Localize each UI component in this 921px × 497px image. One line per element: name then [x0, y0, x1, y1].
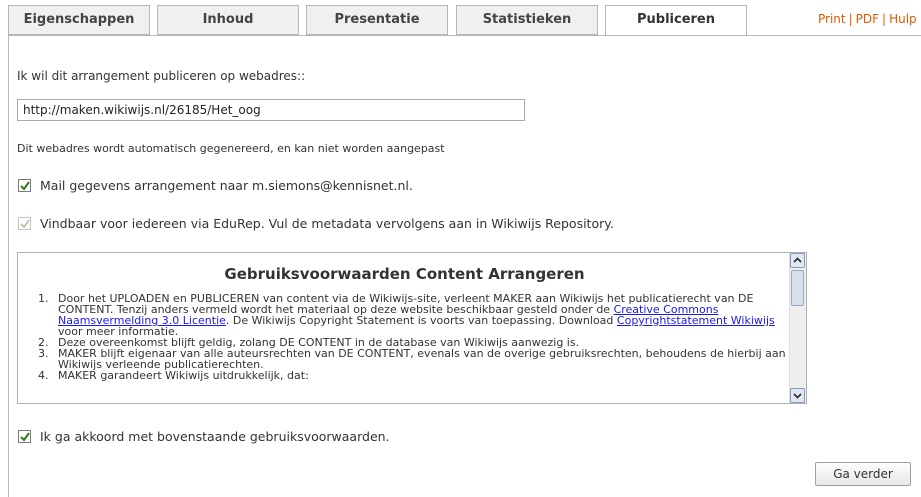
scroll-down-button[interactable]: [790, 388, 805, 403]
panel-border: [8, 35, 9, 497]
mail-option-label: Mail gegevens arrangement naar m.siemons…: [40, 178, 413, 193]
scroll-up-button[interactable]: [790, 253, 805, 268]
terms-item: MAKER blijft eigenaar van alle auteursre…: [52, 348, 791, 370]
terms-title: Gebruiksvoorwaarden Content Arrangeren: [224, 265, 585, 283]
continue-button[interactable]: Ga verder: [815, 462, 911, 486]
checkmark-icon: [20, 219, 30, 229]
tab-inhoud[interactable]: Inhoud: [157, 5, 299, 35]
chevron-up-icon: [793, 257, 802, 263]
address-note: Dit webadres wordt automatisch gegeneree…: [17, 142, 445, 155]
tab-bar: Eigenschappen Inhoud Presentatie Statist…: [0, 0, 921, 37]
scroll-thumb[interactable]: [791, 270, 804, 306]
chevron-down-icon: [793, 393, 802, 399]
top-links: Print | PDF | Hulp: [818, 12, 917, 26]
print-link[interactable]: Print: [818, 12, 846, 26]
terms-item: Door het UPLOADEN en PUBLICEREN van cont…: [52, 293, 791, 337]
terms-list: Door het UPLOADEN en PUBLICEREN van cont…: [18, 293, 791, 381]
terms-box[interactable]: Gebruiksvoorwaarden Content Arrangeren D…: [17, 252, 807, 404]
agree-checkbox[interactable]: [18, 430, 31, 443]
tab-publiceren[interactable]: Publiceren: [605, 5, 747, 37]
terms-content: Gebruiksvoorwaarden Content Arrangeren D…: [18, 253, 791, 403]
edurep-option-label: Vindbaar voor iedereen via EduRep. Vul d…: [40, 216, 614, 231]
mail-checkbox[interactable]: [18, 179, 31, 192]
tab-eigenschappen[interactable]: Eigenschappen: [8, 5, 150, 35]
tab-divider: [8, 35, 921, 36]
address-label: Ik wil dit arrangement publiceren op web…: [17, 69, 306, 83]
tab-presentatie[interactable]: Presentatie: [306, 5, 448, 35]
checkmark-icon: [20, 181, 30, 191]
terms-item: MAKER garandeert Wikiwijs uitdrukkelijk,…: [52, 370, 791, 381]
copyright-statement-link[interactable]: Copyrightstatement Wikiwijs: [617, 314, 775, 327]
pdf-link[interactable]: PDF: [856, 12, 879, 26]
checkmark-icon: [20, 432, 30, 442]
agree-label: Ik ga akkoord met bovenstaande gebruiksv…: [40, 429, 390, 444]
edurep-checkbox: [18, 217, 31, 230]
help-link[interactable]: Hulp: [889, 12, 917, 26]
tab-statistieken[interactable]: Statistieken: [456, 5, 598, 35]
terms-scrollbar[interactable]: [789, 253, 806, 403]
address-input[interactable]: [17, 99, 525, 121]
